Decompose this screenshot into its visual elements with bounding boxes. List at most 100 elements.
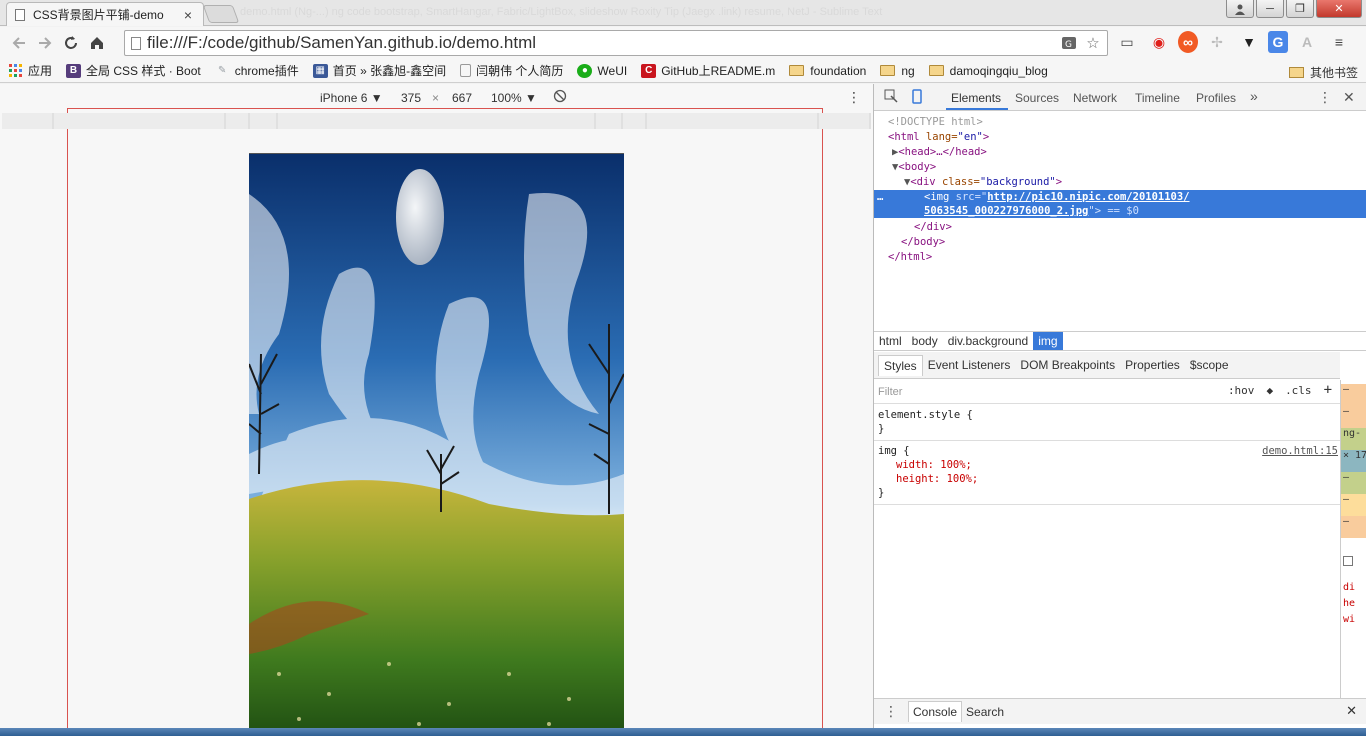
device-toolbar: iPhone 6 ▼ 375 × 667 100% ▼ ⋮ [0,84,873,112]
bookmark-label: chrome插件 [234,64,299,78]
bookmark-folder-ng[interactable]: ng [880,64,915,78]
class-toggle[interactable]: .cls [1285,384,1312,398]
bookmark-resume[interactable]: 闫朝伟 个人简历 [460,62,563,79]
drawer-menu-icon[interactable]: ⋮ [874,703,908,720]
img-src-link[interactable]: 5063545_000227976000_2.jpg [924,205,1088,217]
bookmark-folder-blog[interactable]: damoqingqiu_blog [928,64,1048,78]
computed-prop[interactable]: wi [1341,614,1366,625]
pinwheel-icon[interactable]: ✢ [1204,31,1230,53]
dom-div-close[interactable]: </div> [914,220,952,235]
devtools-menu-icon[interactable]: ⋮ [1318,89,1332,106]
infinity-icon[interactable]: ∞ [1178,31,1198,53]
img-src-link[interactable]: http://pic10.nipic.com/20101103/ [987,191,1189,203]
bookmark-star-icon[interactable]: ☆ [1083,33,1103,53]
dom-div-node[interactable]: ▼<div class="background"> [904,175,1062,190]
computed-prop[interactable]: he [1341,598,1366,609]
bookmark-github-readme[interactable]: C GitHub上README.m [641,62,775,79]
zxx-icon: ▦ [312,63,328,78]
csdn-icon: C [641,63,657,78]
styles-filter-bar: Filter :hov ◆ .cls + [874,380,1340,404]
back-button[interactable] [6,30,32,56]
computed-prop[interactable]: di [1341,582,1366,593]
zoom-select[interactable]: 100% ▼ [491,91,537,105]
tab-timeline[interactable]: Timeline [1135,91,1180,105]
angular-icon[interactable]: A [1294,31,1320,53]
address-bar[interactable]: file:///F:/code/github/SamenYan.github.i… [124,30,1108,56]
bookmark-weui[interactable]: ● WeUI [577,63,627,78]
more-tabs-icon[interactable]: » [1250,88,1258,104]
tab-sources[interactable]: Sources [1015,91,1059,105]
dom-html-close[interactable]: </html> [888,250,932,265]
new-tab-button[interactable] [202,5,240,23]
hover-state-toggle[interactable]: :hov [1228,384,1255,398]
cast-icon[interactable]: ▭ [1114,31,1140,53]
bookmark-bootstrap[interactable]: B 全局 CSS 样式 · Boot [66,62,201,79]
url-text[interactable]: file:///F:/code/github/SamenYan.github.i… [147,33,536,53]
breadcrumb-img[interactable]: img [1033,332,1063,350]
show-all-checkbox[interactable] [1341,556,1366,572]
active-tab-indicator [946,108,1008,110]
device-more-icon[interactable]: ⋮ [847,89,861,106]
background-image[interactable] [249,153,624,736]
browser-tab[interactable]: CSS背景图片平铺-demo × [6,2,204,26]
device-height-input[interactable]: 667 [452,91,472,105]
tab-profiles[interactable]: Profiles [1196,91,1236,105]
breadcrumb-html[interactable]: html [874,332,907,350]
bookmark-zxx[interactable]: ▦ 首页 » 张鑫旭-鑫空间 [312,62,446,79]
content-box: × 17 [1341,450,1366,472]
home-button[interactable] [84,30,110,56]
node-ellipsis-icon[interactable]: … [877,190,883,205]
dom-body-close[interactable]: </body> [901,235,945,250]
user-icon[interactable] [1226,0,1254,18]
tab-network[interactable]: Network [1073,91,1117,105]
drawer-close-icon[interactable]: ✕ [1346,703,1357,719]
selected-dom-node[interactable]: … <img src="http://pic10.nipic.com/20101… [874,190,1366,218]
opera-icon[interactable]: ◉ [1146,31,1172,53]
img-style-rule[interactable]: img { demo.html:15 width: 100%; height: … [874,441,1340,505]
maximize-button[interactable]: ❐ [1286,0,1314,18]
page-icon [460,64,472,77]
dom-head-node[interactable]: ▶<head>…</head> [892,145,987,160]
tab-elements[interactable]: Elements [951,91,1001,105]
bookmark-other[interactable]: 其他书签 [1288,64,1358,81]
tab-scope[interactable]: $scope [1185,355,1234,375]
dom-html-node[interactable]: <html lang="en"> [888,130,989,145]
tab-event-listeners[interactable]: Event Listeners [923,355,1016,375]
google-translate-icon[interactable]: G [1268,31,1288,53]
dom-doctype[interactable]: <!DOCTYPE html> [888,115,983,130]
cat-icon[interactable]: ▼ [1236,31,1262,53]
minimize-button[interactable]: ─ [1256,0,1284,18]
chrome-menu-icon[interactable]: ≡ [1326,31,1352,53]
window-close-button[interactable]: ✕ [1316,0,1362,18]
element-style-rule[interactable]: element.style { } [874,405,1340,441]
breadcrumb-body[interactable]: body [907,332,943,350]
inspect-element-icon[interactable] [884,89,898,106]
tab-close-icon[interactable]: × [181,7,195,23]
bookmark-apps[interactable]: 应用 [8,62,52,79]
add-rule-button[interactable]: + [1324,382,1332,398]
tab-properties[interactable]: Properties [1120,355,1185,375]
tab-styles[interactable]: Styles [878,354,923,376]
bookmark-chrome-plugin[interactable]: ✎ chrome插件 [215,62,299,79]
console-drawer: ⋮ Console Search ✕ [874,698,1366,724]
bookmark-folder-foundation[interactable]: foundation [789,64,866,78]
css-declaration[interactable]: width: 100%; [878,458,1336,472]
rotate-icon[interactable] [553,89,567,106]
color-format-icon[interactable]: ◆ [1266,384,1273,398]
page-icon [15,8,25,21]
tab-dom-breakpoints[interactable]: DOM Breakpoints [1015,355,1120,375]
styles-filter-input[interactable]: Filter [878,386,902,398]
dom-body-node[interactable]: ▼<body> [892,160,936,175]
device-select[interactable]: iPhone 6 ▼ [320,91,383,105]
breadcrumb-div[interactable]: div.background [943,332,1034,350]
devtools-close-icon[interactable]: ✕ [1343,89,1355,106]
css-declaration[interactable]: height: 100%; [878,472,1336,486]
translate-icon[interactable]: G [1059,33,1079,53]
reload-button[interactable] [58,30,84,56]
device-width-input[interactable]: 375 [401,91,421,105]
device-mode-icon[interactable] [910,89,924,108]
tab-console[interactable]: Console [908,701,963,722]
rule-source-link[interactable]: demo.html:15 [1262,444,1338,458]
forward-button[interactable] [32,30,58,56]
tab-search[interactable]: Search [962,702,1008,722]
